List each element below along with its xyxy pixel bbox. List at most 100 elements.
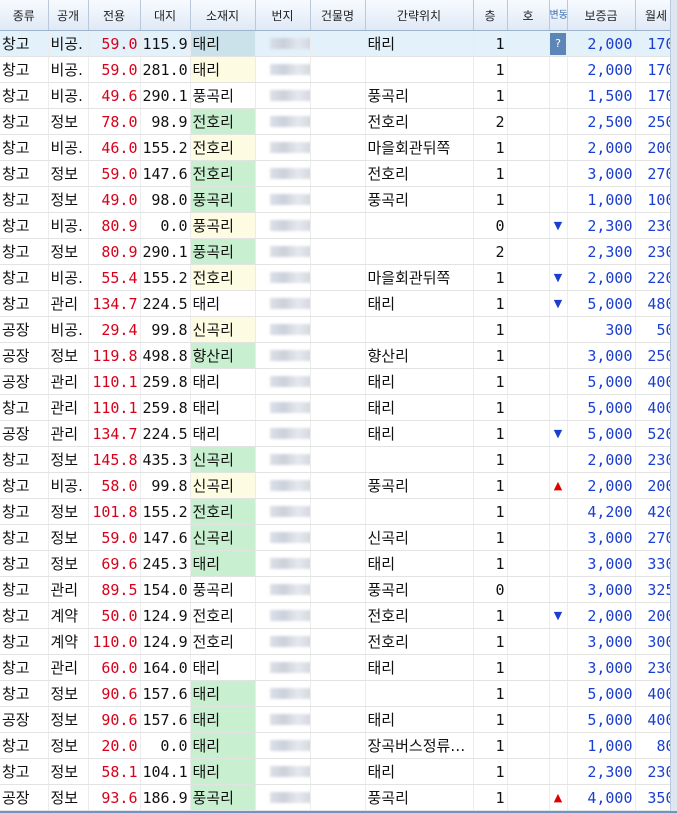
table-row[interactable]: 공장 정보 119.8 498.8 향산리 향산리 1 3,000 250: [0, 342, 677, 369]
table-row[interactable]: 창고 관리 60.0 164.0 태리 태리 1 3,000 230: [0, 654, 677, 681]
col-header-area[interactable]: 전용: [88, 0, 141, 31]
price-down-icon: ▼: [553, 219, 563, 232]
cell-change: ▼: [549, 602, 568, 629]
cell-deposit: 300: [567, 316, 636, 343]
table-row[interactable]: 창고 정보 78.0 98.9 전호리 전호리 2 2,500 250: [0, 108, 677, 135]
col-header-location[interactable]: 소재지: [190, 0, 256, 31]
table-row[interactable]: 창고 정보 59.0 147.6 전호리 전호리 1 3,000 270: [0, 160, 677, 187]
cell-brief-location: 풍곡리: [365, 82, 474, 109]
table-row[interactable]: 창고 정보 145.8 435.3 신곡리 1 2,000 230: [0, 446, 677, 473]
col-header-lot[interactable]: 번지: [255, 0, 311, 31]
cell-building: [310, 186, 366, 213]
redacted-lot-number: [269, 90, 309, 101]
table-row[interactable]: 창고 정보 69.6 245.3 태리 태리 1 3,000 330: [0, 550, 677, 577]
cell-lot-blurred: [255, 368, 311, 395]
cell-unit: [507, 758, 550, 785]
table-row[interactable]: 창고 관리 110.1 259.8 태리 태리 1 5,000 400: [0, 394, 677, 421]
table-row[interactable]: 창고 비공. 49.6 290.1 풍곡리 풍곡리 1 1,500 170: [0, 82, 677, 109]
cell-land: 157.6: [140, 706, 191, 733]
cell-location: 태리: [190, 56, 256, 83]
table-row[interactable]: 창고 정보 90.6 157.6 태리 1 5,000 400: [0, 680, 677, 707]
cell-lot-blurred: [255, 732, 311, 759]
cell-deposit: 2,500: [567, 108, 636, 135]
col-header-open[interactable]: 공개: [48, 0, 89, 31]
cell-open: 정보: [48, 732, 89, 759]
help-icon[interactable]: ?: [550, 32, 566, 55]
cell-location: 태리: [190, 680, 256, 707]
redacted-lot-number: [269, 688, 309, 699]
cell-lot-blurred: [255, 628, 311, 655]
table-row[interactable]: 공장 관리 134.7 224.5 태리 태리 1 ▼ 5,000 520: [0, 420, 677, 447]
col-header-land[interactable]: 대지: [140, 0, 191, 31]
cell-area: 59.0: [88, 56, 141, 83]
listing-table: 종류 공개 전용 대지 소재지 번지 건물명 간략위치 층 호 변동 보증금 월…: [0, 0, 677, 811]
table-row[interactable]: 공장 관리 110.1 259.8 태리 태리 1 5,000 400: [0, 368, 677, 395]
cell-building: [310, 264, 366, 291]
table-row[interactable]: 창고 비공. 80.9 0.0 풍곡리 0 ▼ 2,300 230: [0, 212, 677, 239]
table-row[interactable]: 창고 비공. 55.4 155.2 전호리 마을회관뒤쪽 1 ▼ 2,000 220: [0, 264, 677, 291]
col-header-floor[interactable]: 층: [473, 0, 508, 31]
redacted-lot-number: [269, 38, 309, 49]
cell-floor: 1: [473, 524, 508, 551]
cell-area: 134.7: [88, 290, 141, 317]
cell-unit: [507, 446, 550, 473]
cell-floor: 1: [473, 758, 508, 785]
col-header-deposit[interactable]: 보증금: [567, 0, 636, 31]
cell-deposit: 2,000: [567, 30, 636, 57]
table-row[interactable]: 창고 정보 101.8 155.2 전호리 1 4,200 420: [0, 498, 677, 525]
vertical-scrollbar[interactable]: [670, 0, 677, 813]
cell-floor: 1: [473, 82, 508, 109]
cell-unit: [507, 82, 550, 109]
cell-area: 58.0: [88, 472, 141, 499]
cell-brief-location: 마을회관뒤쪽: [365, 264, 474, 291]
cell-deposit: 5,000: [567, 394, 636, 421]
table-row[interactable]: 창고 정보 80.9 290.1 풍곡리 2 2,300 230: [0, 238, 677, 265]
table-row[interactable]: 창고 계약 110.0 124.9 전호리 전호리 1 3,000 300: [0, 628, 677, 655]
table-row[interactable]: 창고 관리 134.7 224.5 태리 태리 1 ▼ 5,000 480: [0, 290, 677, 317]
cell-building: [310, 576, 366, 603]
cell-unit: [507, 342, 550, 369]
table-row[interactable]: 창고 정보 58.1 104.1 태리 태리 1 2,300 230: [0, 758, 677, 785]
cell-brief-location: 태리: [365, 550, 474, 577]
col-header-unit[interactable]: 호: [507, 0, 550, 31]
cell-location: 태리: [190, 706, 256, 733]
cell-land: 98.9: [140, 108, 191, 135]
cell-land: 157.6: [140, 680, 191, 707]
cell-unit: [507, 108, 550, 135]
cell-lot-blurred: [255, 264, 311, 291]
table-row[interactable]: 공장 비공. 29.4 99.8 신곡리 1 300 50: [0, 316, 677, 343]
cell-area: 60.0: [88, 654, 141, 681]
cell-brief-location: 태리: [365, 758, 474, 785]
col-header-brief-location[interactable]: 간략위치: [365, 0, 474, 31]
table-row[interactable]: 창고 정보 59.0 147.6 신곡리 신곡리 1 3,000 270: [0, 524, 677, 551]
redacted-lot-number: [269, 116, 309, 127]
cell-building: [310, 446, 366, 473]
col-header-building[interactable]: 건물명: [310, 0, 366, 31]
table-row[interactable]: 창고 정보 20.0 0.0 태리 장곡버스정류… 1 1,000 80: [0, 732, 677, 759]
cell-building: [310, 368, 366, 395]
cell-building: [310, 290, 366, 317]
cell-area: 90.6: [88, 680, 141, 707]
table-row[interactable]: 창고 관리 89.5 154.0 풍곡리 풍곡리 0 3,000 325: [0, 576, 677, 603]
table-row[interactable]: 창고 비공. 46.0 155.2 전호리 마을회관뒤쪽 1 2,000 200: [0, 134, 677, 161]
price-down-icon: ▼: [553, 271, 563, 284]
cell-unit: [507, 316, 550, 343]
cell-floor: 1: [473, 784, 508, 811]
table-row[interactable]: 공장 정보 93.6 186.9 풍곡리 풍곡리 1 ▲ 4,000 350: [0, 784, 677, 811]
cell-unit: [507, 732, 550, 759]
table-row[interactable]: 창고 비공. 59.0 115.9 태리 태리 1? 2,000 170: [0, 30, 677, 57]
table-row[interactable]: 공장 정보 90.6 157.6 태리 태리 1 5,000 400: [0, 706, 677, 733]
cell-building: [310, 316, 366, 343]
table-row[interactable]: 창고 계약 50.0 124.9 전호리 전호리 1 ▼ 2,000 200: [0, 602, 677, 629]
cell-area: 110.0: [88, 628, 141, 655]
cell-land: 115.9: [140, 30, 191, 57]
col-header-change[interactable]: 변동: [549, 0, 568, 31]
cell-open: 비공.: [48, 264, 89, 291]
col-header-kind[interactable]: 종류: [0, 0, 49, 31]
table-row[interactable]: 창고 정보 49.0 98.0 풍곡리 풍곡리 1 1,000 100: [0, 186, 677, 213]
table-row[interactable]: 창고 비공. 58.0 99.8 신곡리 풍곡리 1 ▲ 2,000 200: [0, 472, 677, 499]
table-row[interactable]: 창고 비공. 59.0 281.0 태리 1 2,000 170: [0, 56, 677, 83]
cell-open: 정보: [48, 550, 89, 577]
cell-floor: 1: [473, 134, 508, 161]
cell-location: 신곡리: [190, 472, 256, 499]
